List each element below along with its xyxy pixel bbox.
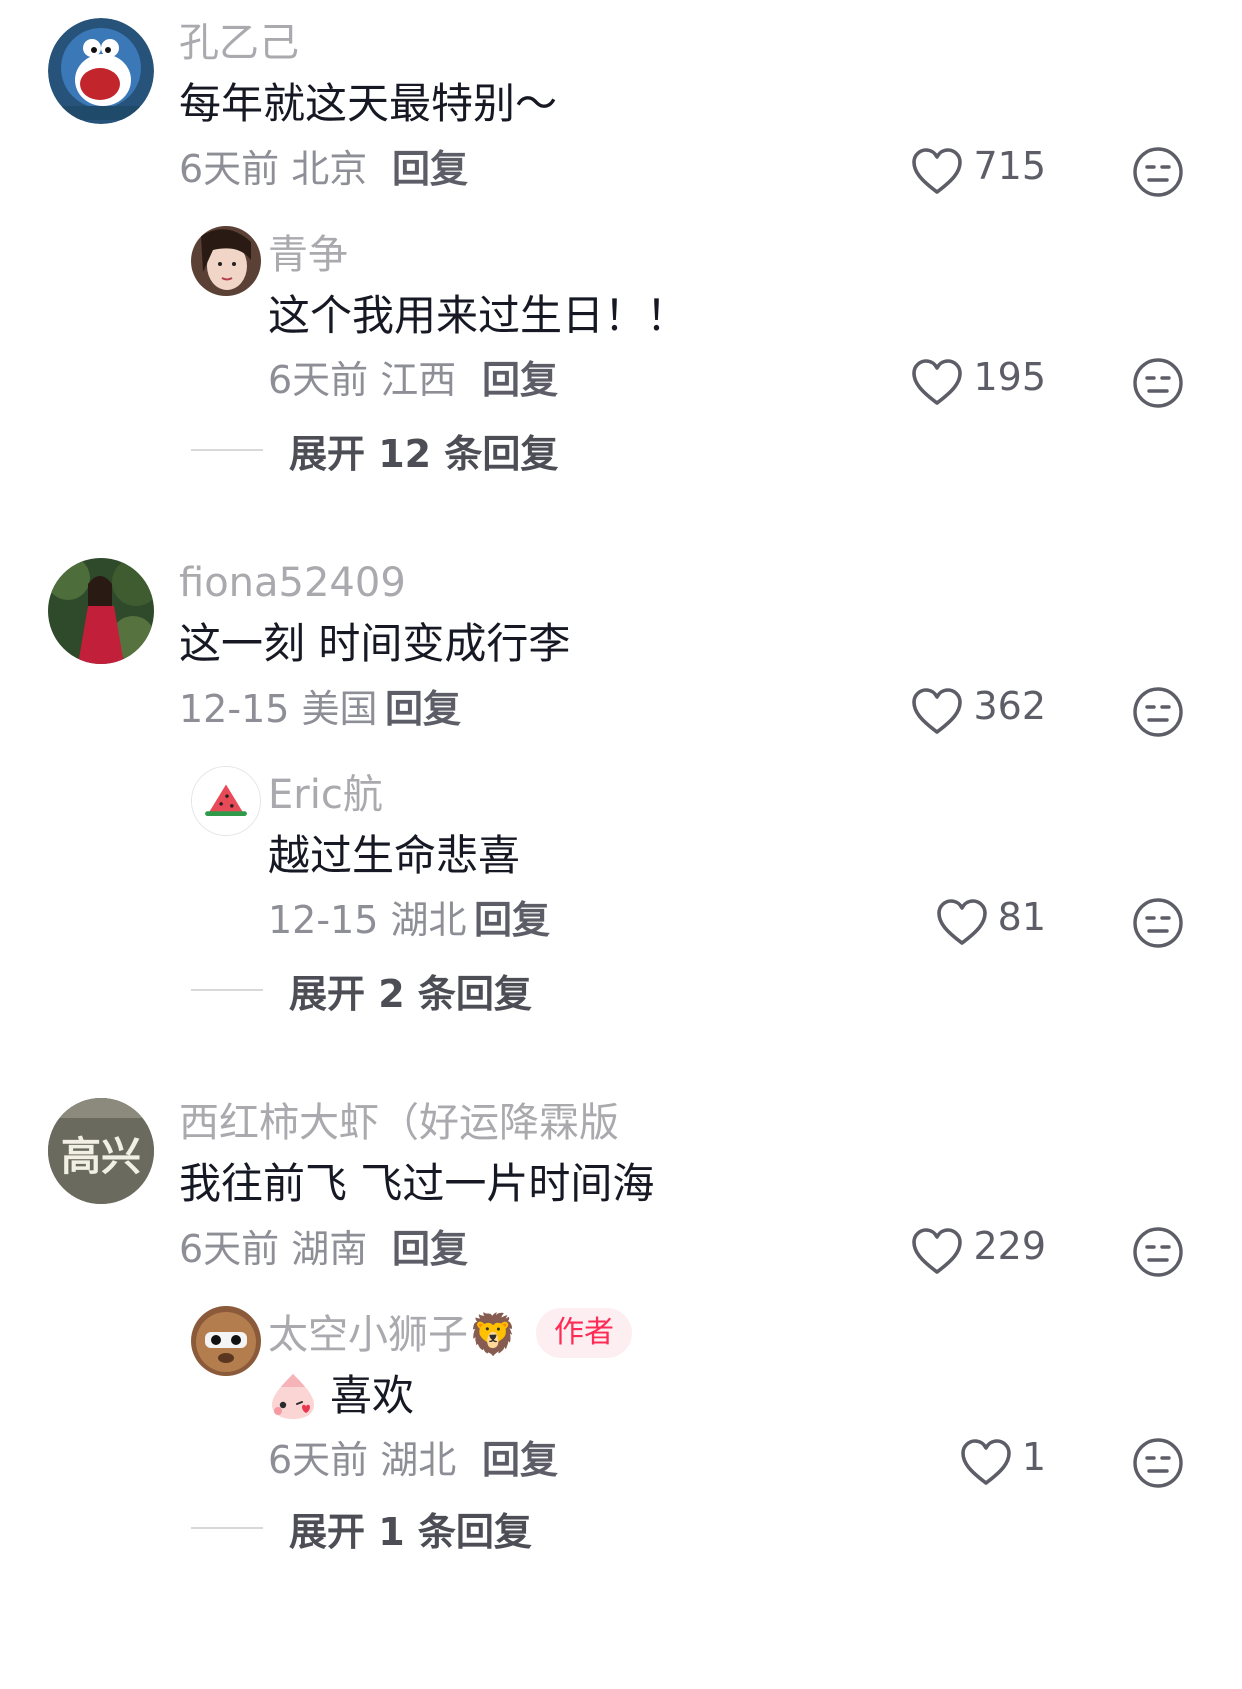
blushing-face-emoji-icon [272, 1374, 314, 1419]
like-count: 1 [1021, 1435, 1046, 1479]
expand-replies-button[interactable]: 展开 1 条回复 [191, 1504, 532, 1554]
comment-text: 喜欢 [268, 1370, 414, 1422]
username[interactable]: 太空小狮子🦁 [268, 1311, 518, 1359]
expand-replies-label: 展开 1 条回复 [289, 1509, 532, 1554]
comment-text: 每年就这天最特别～ [179, 79, 558, 128]
reply-button[interactable]: 回复 [482, 357, 558, 403]
like-button[interactable]: 715 [911, 142, 1046, 202]
avatar-text: 高兴 [61, 1134, 141, 1180]
expand-replies-button[interactable]: 展开 12 条回复 [191, 426, 558, 476]
username[interactable]: Eric航 [268, 771, 383, 819]
reply-button[interactable]: 回复 [482, 1437, 558, 1483]
like-button[interactable]: 195 [911, 353, 1046, 413]
heart-outline-icon [961, 1439, 1011, 1485]
like-count: 195 [973, 355, 1046, 399]
divider [191, 449, 263, 451]
heart-outline-icon [912, 359, 963, 405]
comment-meta: 6天前 湖南 [179, 1227, 368, 1271]
like-button[interactable]: 362 [911, 682, 1046, 742]
avatar[interactable] [191, 1306, 261, 1376]
reply-button[interactable]: 回复 [385, 686, 461, 732]
divider [191, 1527, 263, 1529]
reply-button[interactable]: 回复 [392, 1226, 468, 1272]
like-count: 81 [997, 895, 1046, 939]
comment-text: 我往前飞 飞过一片时间海 [179, 1159, 655, 1208]
expand-replies-button[interactable]: 展开 2 条回复 [191, 966, 532, 1016]
author-badge: 作者 [536, 1308, 632, 1358]
like-button[interactable]: 1 [960, 1433, 1046, 1493]
comment-meta: 6天前 江西 [268, 358, 457, 402]
like-button[interactable]: 81 [936, 893, 1046, 953]
heart-outline-icon [912, 148, 963, 194]
username[interactable]: 孔乙己 [179, 19, 299, 67]
neutral-face-icon[interactable] [1132, 1437, 1184, 1489]
like-count: 229 [973, 1224, 1046, 1268]
heart-outline-icon [912, 688, 963, 734]
divider [191, 989, 263, 991]
avatar[interactable]: 高兴 [48, 1098, 154, 1204]
comment-meta: 12-15 湖北 [268, 898, 467, 942]
neutral-face-icon[interactable] [1132, 686, 1184, 738]
comment-text: 这一刻 时间变成行李 [179, 619, 571, 668]
comment-text: 越过生命悲喜 [268, 831, 521, 880]
neutral-face-icon[interactable] [1132, 897, 1184, 949]
reply-button[interactable]: 回复 [392, 146, 468, 192]
neutral-face-icon[interactable] [1132, 146, 1184, 198]
expand-replies-label: 展开 2 条回复 [289, 971, 532, 1016]
username[interactable]: 西红柿大虾（好运降霖版 [179, 1099, 619, 1147]
comment-meta: 6天前 北京 [179, 147, 368, 191]
neutral-face-icon[interactable] [1132, 1226, 1184, 1278]
comment-text: 这个我用来过生日！！ [268, 291, 689, 340]
neutral-face-icon[interactable] [1132, 357, 1184, 409]
avatar[interactable] [191, 226, 261, 296]
like-count: 715 [973, 144, 1046, 188]
heart-outline-icon [936, 899, 987, 945]
reply-button[interactable]: 回复 [474, 897, 550, 943]
expand-replies-label: 展开 12 条回复 [289, 431, 559, 476]
comment-meta: 6天前 湖北 [268, 1438, 457, 1482]
comment-text-value: 喜欢 [330, 1371, 415, 1420]
heart-outline-icon [912, 1228, 963, 1274]
username[interactable]: fiona52409 [179, 559, 406, 607]
comment-meta: 12-15 美国 [179, 687, 378, 731]
avatar[interactable] [191, 766, 261, 836]
avatar[interactable] [48, 558, 154, 664]
avatar[interactable] [48, 18, 154, 124]
like-button[interactable]: 229 [911, 1222, 1046, 1282]
username[interactable]: 青争 [268, 231, 348, 279]
like-count: 362 [973, 684, 1046, 728]
